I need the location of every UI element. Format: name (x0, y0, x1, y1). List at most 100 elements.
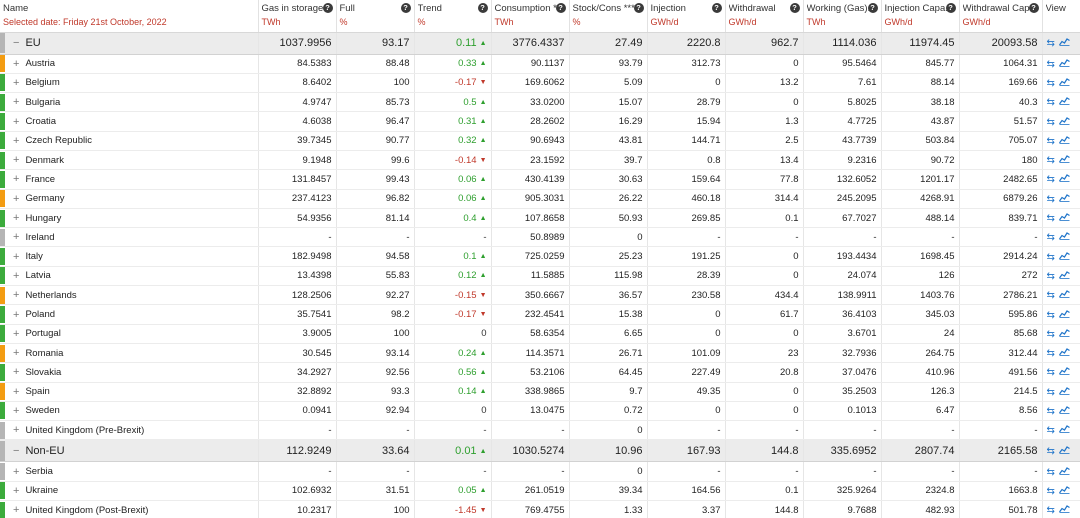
table-row[interactable]: + Romania 30.545 93.14 0.24 ▲ 114.3571 26.71 101… (0, 343, 1080, 364)
expand-icon[interactable]: + (13, 231, 19, 243)
table-row[interactable]: + Spain 32.8892 93.3 0.14 ▲ 338.9865 9.7 49.35 0 3… (0, 382, 1080, 402)
map-view-icon[interactable]: ⇆ (1047, 387, 1055, 398)
help-icon[interactable]: ? (633, 3, 644, 13)
expand-icon[interactable]: + (13, 347, 19, 359)
expand-icon[interactable]: + (13, 424, 19, 436)
expand-icon[interactable]: + (13, 77, 19, 89)
map-view-icon[interactable]: ⇆ (1047, 367, 1055, 378)
map-view-icon[interactable]: ⇆ (1047, 136, 1055, 147)
column-header-consumption[interactable]: Consumption ** TWh? (491, 0, 570, 33)
map-view-icon[interactable]: ⇆ (1047, 486, 1055, 497)
table-row[interactable]: + Poland 35.7541 98.2 -0.17 ▼ 232.4541 15.38 0 61… (0, 304, 1080, 325)
chart-view-icon[interactable] (1058, 174, 1070, 185)
help-icon[interactable]: ? (400, 3, 411, 13)
expand-icon[interactable]: + (13, 289, 19, 301)
map-view-icon[interactable]: ⇆ (1047, 406, 1055, 417)
table-row[interactable]: + United Kingdom (Post-Brexit) 10.2317 100-… (0, 500, 1080, 518)
column-header-injection-capacity[interactable]: Injection Capa... GWh/d? (881, 0, 960, 33)
chart-view-icon[interactable] (1058, 78, 1070, 89)
table-row[interactable]: + Bulgaria 4.9747 85.73 0.5 ▲ 33.0200 15.07 28.7… (0, 92, 1080, 113)
help-icon[interactable]: ? (1028, 3, 1039, 13)
chart-view-icon[interactable] (1058, 425, 1070, 436)
help-icon[interactable]: ? (477, 3, 488, 13)
column-header-injection[interactable]: Injection GWh/d? (647, 0, 726, 33)
table-row[interactable]: + Latvia 13.4398 55.83 0.12 ▲ 11.5885 115.98 28.… (0, 266, 1080, 287)
map-view-icon[interactable]: ⇆ (1047, 252, 1055, 263)
chart-view-icon[interactable] (1058, 348, 1070, 359)
chart-view-icon[interactable] (1058, 116, 1070, 128)
map-view-icon[interactable]: ⇆ (1047, 467, 1055, 478)
column-header-gas[interactable]: Gas in storage TWh? (258, 0, 337, 33)
expand-icon[interactable]: + (13, 386, 19, 398)
chart-view-icon[interactable] (1058, 466, 1070, 478)
expand-icon[interactable]: + (13, 366, 19, 378)
table-row[interactable]: + Czech Republic 39.7345 90.77 0.32 ▲ 90.6943 4… (0, 131, 1080, 151)
expand-icon[interactable]: + (13, 405, 19, 417)
map-view-icon[interactable]: ⇆ (1047, 59, 1055, 70)
chart-view-icon[interactable] (1058, 213, 1070, 224)
table-row[interactable]: + Netherlands 128.2506 92.27 -0.15 ▼ 350.6667 3… (0, 285, 1080, 306)
table-row[interactable]: + United Kingdom (Pre-Brexit) - - - -0- - - - - ⇆ (0, 420, 1080, 441)
group-row[interactable]: − Non-EU 112.9249 33.64 0.01 ▲ 1030.5274 10.96 1… (0, 439, 1080, 463)
help-icon[interactable]: ? (322, 3, 333, 13)
chart-view-icon[interactable] (1058, 271, 1070, 282)
map-view-icon[interactable]: ⇆ (1047, 310, 1055, 321)
map-view-icon[interactable]: ⇆ (1047, 117, 1055, 128)
expand-icon[interactable]: + (13, 193, 19, 205)
expand-icon[interactable]: + (13, 154, 19, 166)
expand-icon[interactable]: + (13, 212, 19, 224)
table-row[interactable]: + Sweden 0.0941 92.94 0 13.0475 0.72 0 0 0.1013 6.… (0, 401, 1080, 422)
column-header-trend[interactable]: Trend%? (414, 0, 492, 33)
map-view-icon[interactable]: ⇆ (1047, 232, 1055, 243)
table-row[interactable]: + Portugal 3.9005 100 0 58.6354 6.65 0 0 3.6701 24… (0, 324, 1080, 344)
chart-view-icon[interactable] (1058, 155, 1070, 166)
column-header-full[interactable]: Full%? (336, 0, 415, 33)
map-view-icon[interactable]: ⇆ (1047, 505, 1055, 516)
table-row[interactable]: + Ukraine 102.6932 31.51 0.05 ▲ 261.0519 39.34 1… (0, 481, 1080, 502)
expand-icon[interactable]: + (13, 309, 19, 321)
help-icon[interactable]: ? (555, 3, 566, 13)
table-row[interactable]: + Austria 84.5383 88.48 0.33 ▲ 90.1137 93.79 312… (0, 54, 1080, 74)
map-view-icon[interactable]: ⇆ (1047, 97, 1055, 108)
chart-view-icon[interactable] (1058, 446, 1070, 457)
chart-view-icon[interactable] (1058, 58, 1070, 70)
column-header-stock-cons[interactable]: Stock/Cons ***%? (569, 0, 648, 33)
table-row[interactable]: + Italy 182.9498 94.58 0.1 ▲ 725.0259 25.23 191.… (0, 246, 1080, 267)
collapse-icon[interactable]: − (13, 37, 19, 49)
chart-view-icon[interactable] (1058, 386, 1070, 398)
chart-view-icon[interactable] (1058, 251, 1070, 263)
map-view-icon[interactable]: ⇆ (1047, 446, 1055, 457)
help-icon[interactable]: ? (711, 3, 722, 13)
help-icon[interactable]: ? (945, 3, 956, 13)
chart-view-icon[interactable] (1058, 97, 1070, 108)
column-header-withdrawal[interactable]: Withdrawal GWh/d? (725, 0, 804, 33)
expand-icon[interactable]: + (13, 96, 19, 108)
map-view-icon[interactable]: ⇆ (1047, 38, 1055, 49)
chart-view-icon[interactable] (1058, 406, 1070, 417)
expand-icon[interactable]: + (13, 270, 19, 282)
chart-view-icon[interactable] (1058, 232, 1070, 243)
expand-icon[interactable]: + (13, 251, 19, 263)
chart-view-icon[interactable] (1058, 193, 1070, 205)
table-row[interactable]: + Slovakia 34.2927 92.56 0.56 ▲ 53.2106 64.45 22… (0, 362, 1080, 383)
expand-icon[interactable]: + (13, 328, 19, 340)
expand-icon[interactable]: + (13, 58, 19, 70)
chart-view-icon[interactable] (1058, 290, 1070, 301)
expand-icon[interactable]: + (13, 135, 19, 147)
map-view-icon[interactable]: ⇆ (1047, 213, 1055, 224)
map-view-icon[interactable]: ⇆ (1047, 329, 1055, 340)
chart-view-icon[interactable] (1058, 38, 1070, 49)
map-view-icon[interactable]: ⇆ (1047, 348, 1055, 359)
expand-icon[interactable]: + (13, 485, 19, 497)
column-header-working-gas[interactable]: Working (Gas)... TWh? (803, 0, 882, 33)
chart-view-icon[interactable] (1058, 309, 1070, 321)
table-row[interactable]: + Croatia 4.6038 96.47 0.31 ▲ 28.2602 16.29 15.9… (0, 111, 1080, 132)
help-icon[interactable]: ? (789, 3, 800, 13)
chart-view-icon[interactable] (1058, 328, 1070, 340)
help-icon[interactable]: ? (867, 3, 878, 13)
map-view-icon[interactable]: ⇆ (1047, 155, 1055, 166)
table-row[interactable]: + France 131.8457 99.43 0.06 ▲ 430.4139 30.63 15… (0, 169, 1080, 190)
collapse-icon[interactable]: − (13, 445, 19, 457)
column-header-name[interactable]: Name Selected date: Friday 21st October,… (0, 0, 259, 33)
table-row[interactable]: + Denmark 9.1948 99.6 -0.14 ▼ 23.1592 39.7 0.8 13… (0, 150, 1080, 171)
